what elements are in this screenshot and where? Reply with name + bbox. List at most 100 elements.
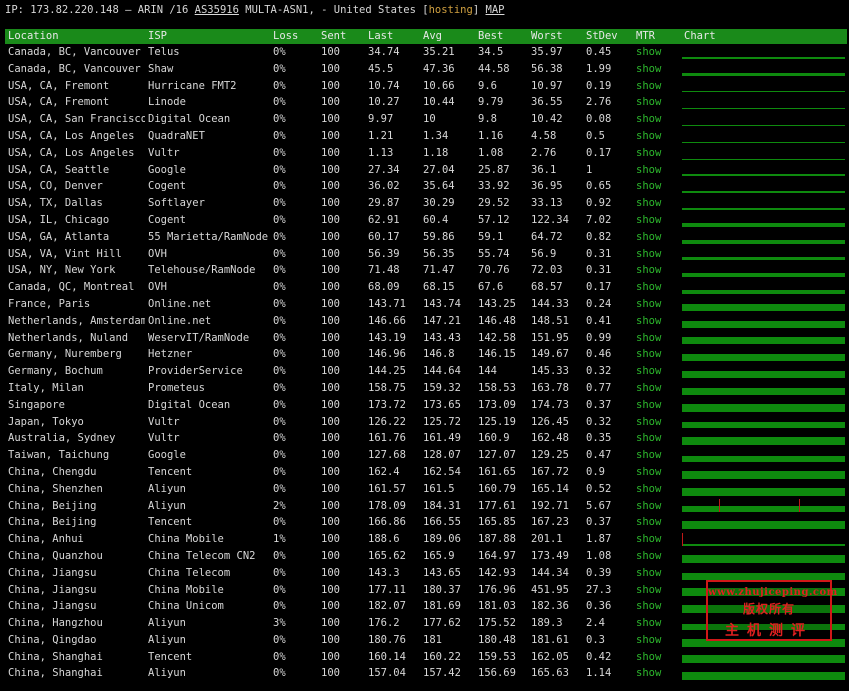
cell-last: 9.97 (368, 113, 394, 126)
cell-avg: 144.64 (423, 365, 461, 378)
column-header-location[interactable]: Location (5, 29, 145, 44)
latency-chart (681, 498, 847, 515)
mtr-show-link[interactable]: show (633, 447, 681, 464)
mtr-show-link[interactable]: show (633, 464, 681, 481)
cell-location: China, Qingdao (8, 633, 97, 646)
mtr-show-link[interactable]: show (633, 615, 681, 632)
mtr-show-link[interactable]: show (633, 229, 681, 246)
cell-avg: 181 (423, 633, 442, 646)
cell-avg: 147.21 (423, 314, 461, 327)
cell-avg: 27.04 (423, 163, 455, 176)
table-row: Germany, Bochum ProviderService 0% 100 144.2… (5, 363, 847, 380)
mtr-show-link[interactable]: show (633, 330, 681, 347)
mtr-show-link[interactable]: show (633, 582, 681, 599)
latency-bar (682, 387, 845, 395)
cell-sent: 100 (321, 213, 340, 226)
mtr-show-link[interactable]: show (633, 498, 681, 515)
mtr-show-link[interactable]: show (633, 397, 681, 414)
mtr-show-link[interactable]: show (633, 531, 681, 548)
column-header-worst[interactable]: Worst (528, 29, 583, 44)
cell-worst: 36.1 (531, 163, 557, 176)
asn-link[interactable]: AS35916 (195, 4, 239, 16)
cell-isp: Tencent (148, 516, 193, 529)
mtr-show-link[interactable]: show (633, 414, 681, 431)
mtr-show-link[interactable]: show (633, 246, 681, 263)
cell-loss: 0% (273, 230, 286, 243)
column-header-chart[interactable]: Chart (681, 29, 847, 44)
cell-worst: 192.71 (531, 499, 569, 512)
mtr-show-link[interactable]: show (633, 195, 681, 212)
cell-stdev: 0.37 (586, 516, 612, 529)
cell-stdev: 0.46 (586, 348, 612, 361)
mtr-show-link[interactable]: show (633, 296, 681, 313)
mtr-show-link[interactable]: show (633, 649, 681, 666)
watermark-line2: 版权所有 (742, 602, 795, 616)
cell-avg: 128.07 (423, 449, 461, 462)
latency-chart (681, 514, 847, 531)
mtr-show-link[interactable]: show (633, 514, 681, 531)
cell-stdev: 0.17 (586, 281, 612, 294)
cell-isp: Prometeus (148, 381, 205, 394)
cell-loss: 0% (273, 146, 286, 159)
table-row: China, Quanzhou China Telecom CN2 0% 100 165… (5, 548, 847, 565)
mtr-show-link[interactable]: show (633, 111, 681, 128)
cell-avg: 166.55 (423, 516, 461, 529)
column-header-sent[interactable]: Sent (318, 29, 365, 44)
mtr-show-link[interactable]: show (633, 212, 681, 229)
mtr-show-link[interactable]: show (633, 363, 681, 380)
cell-location: USA, TX, Dallas (8, 197, 103, 210)
cell-worst: 162.48 (531, 432, 569, 445)
cell-location: USA, CA, Los Angeles (8, 146, 135, 159)
cell-worst: 167.23 (531, 516, 569, 529)
column-header-loss[interactable]: Loss (270, 29, 318, 44)
mtr-show-link[interactable]: show (633, 279, 681, 296)
cell-isp: Digital Ocean (148, 113, 231, 126)
mtr-show-link[interactable]: show (633, 665, 681, 682)
column-header-last[interactable]: Last (365, 29, 420, 44)
mtr-show-link[interactable]: show (633, 262, 681, 279)
column-header-best[interactable]: Best (475, 29, 528, 44)
column-header-mtr[interactable]: MTR (633, 29, 681, 44)
mtr-show-link[interactable]: show (633, 313, 681, 330)
mtr-show-link[interactable]: show (633, 178, 681, 195)
mtr-show-link[interactable]: show (633, 145, 681, 162)
column-header-avg[interactable]: Avg (420, 29, 475, 44)
mtr-show-link[interactable]: show (633, 565, 681, 582)
latency-bar (682, 158, 845, 160)
column-header-stdev[interactable]: StDev (583, 29, 633, 44)
cell-sent: 100 (321, 549, 340, 562)
mtr-show-link[interactable]: show (633, 481, 681, 498)
mtr-show-link[interactable]: show (633, 128, 681, 145)
mtr-show-link[interactable]: show (633, 162, 681, 179)
cell-avg: 10.44 (423, 96, 455, 109)
cell-worst: 165.63 (531, 667, 569, 680)
mtr-show-link[interactable]: show (633, 430, 681, 447)
cell-loss: 0% (273, 516, 286, 529)
cell-isp: Online.net (148, 297, 212, 310)
cell-stdev: 0.52 (586, 482, 612, 495)
cell-loss: 1% (273, 533, 286, 546)
latency-chart (681, 464, 847, 481)
mtr-show-link[interactable]: show (633, 346, 681, 363)
mtr-show-link[interactable]: show (633, 44, 681, 61)
cell-worst: 56.38 (531, 62, 563, 75)
mtr-show-link[interactable]: show (633, 94, 681, 111)
mtr-show-link[interactable]: show (633, 61, 681, 78)
table-row: Canada, QC, Montreal OVH 0% 100 68.09 68.15 67… (5, 279, 847, 296)
mtr-show-link[interactable]: show (633, 380, 681, 397)
cell-stdev: 0.19 (586, 79, 612, 92)
cell-isp: QuadraNET (148, 129, 205, 142)
cell-sent: 100 (321, 197, 340, 210)
mtr-show-link[interactable]: show (633, 78, 681, 95)
table-row: USA, IL, Chicago Cogent 0% 100 62.91 60.4 57.1… (5, 212, 847, 229)
cell-best: 175.52 (478, 617, 516, 630)
mtr-show-link[interactable]: show (633, 548, 681, 565)
map-link[interactable]: MAP (486, 4, 505, 16)
cell-sent: 100 (321, 297, 340, 310)
cell-sent: 100 (321, 381, 340, 394)
mtr-show-link[interactable]: show (633, 632, 681, 649)
cell-avg: 56.35 (423, 247, 455, 260)
mtr-show-link[interactable]: show (633, 598, 681, 615)
latency-chart (681, 363, 847, 380)
column-header-isp[interactable]: ISP (145, 29, 270, 44)
